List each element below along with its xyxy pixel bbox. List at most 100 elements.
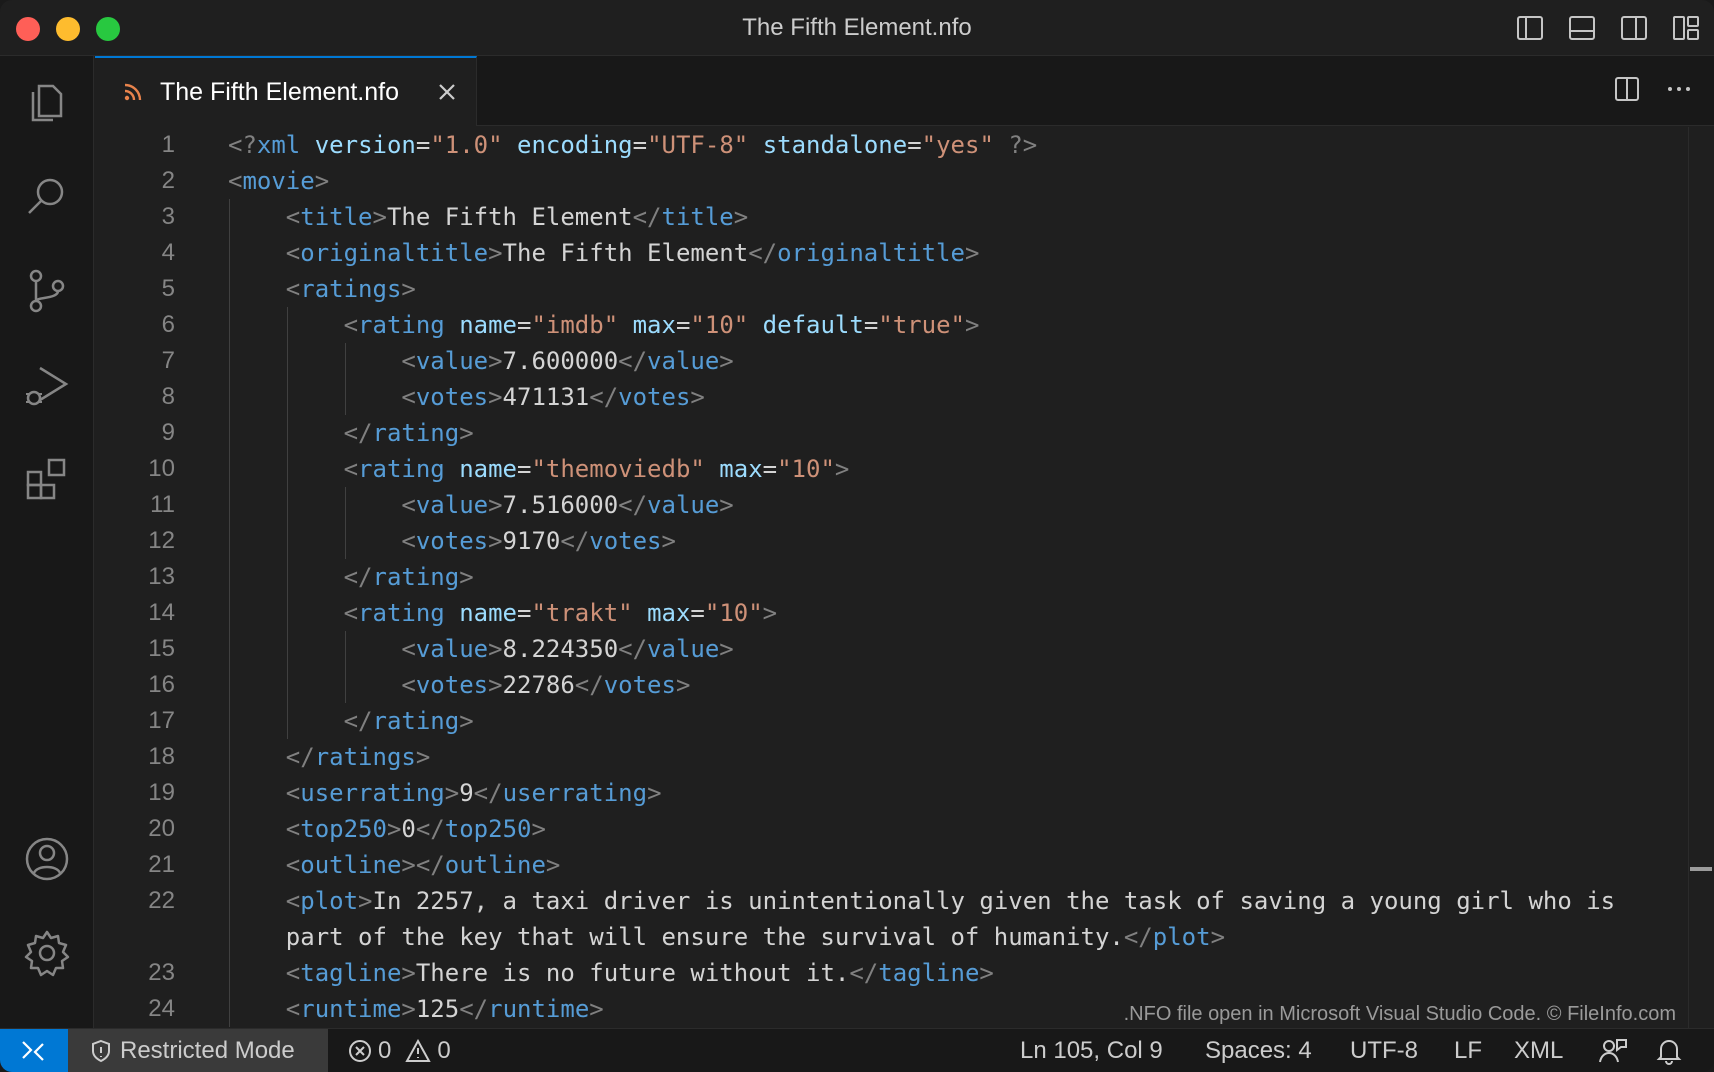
code-line[interactable]: 4 <originaltitle>The Fifth Element</origi…	[95, 235, 1655, 271]
code-line[interactable]: 12 <votes>9170</votes>	[95, 523, 1655, 559]
code-line[interactable]: 18 </ratings>	[95, 739, 1655, 775]
code-text: <title>The Fifth Element</title>	[286, 199, 748, 235]
code-line[interactable]: 8 <votes>471131</votes>	[95, 379, 1655, 415]
code-line[interactable]: 11 <value>7.516000</value>	[95, 487, 1655, 523]
tab-the-fifth-element-nfo[interactable]: The Fifth Element.nfo	[95, 56, 477, 126]
code-line[interactable]: 21 <outline></outline>	[95, 847, 1655, 883]
accounts-icon[interactable]	[22, 834, 72, 884]
code-token: >	[358, 887, 373, 915]
line-number: 16	[148, 671, 175, 698]
code-line[interactable]: 22 <plot>In 2257, a taxi driver is uninte…	[95, 883, 1655, 919]
code-line[interactable]: 15 <value>8.224350</value>	[95, 631, 1655, 667]
code-line[interactable]: 2 <movie>	[95, 163, 1655, 199]
code-line[interactable]: 6 <rating name="imdb" max="10" default="t…	[95, 307, 1655, 343]
code-text: <userrating>9</userrating>	[286, 775, 662, 811]
warning-icon	[405, 1039, 432, 1062]
code-token: rating	[372, 707, 460, 735]
code-token: tagline	[878, 959, 980, 987]
remote-indicator[interactable]	[0, 1029, 68, 1072]
manage-gear-icon[interactable]	[22, 928, 72, 978]
code-line[interactable]: part of the key that will ensure the sur…	[95, 919, 1655, 955]
language-mode[interactable]: XML	[1514, 1037, 1563, 1065]
code-token: <	[401, 671, 416, 699]
code-token: =	[517, 599, 532, 627]
code-token: xml	[256, 131, 301, 159]
cursor-position[interactable]: Ln 105, Col 9	[1020, 1037, 1163, 1065]
code-token: runtime	[300, 995, 402, 1023]
code-line[interactable]: 10 <rating name="themoviedb" max="10">	[95, 451, 1655, 487]
extensions-icon[interactable]	[22, 454, 72, 504]
customize-layout-icon[interactable]	[1670, 12, 1702, 44]
search-icon[interactable]	[22, 172, 72, 222]
line-number: 24	[148, 995, 175, 1022]
code-line[interactable]: 19 <userrating>9</userrating>	[95, 775, 1655, 811]
code-token: "10"	[777, 455, 835, 483]
code-token: ?>	[1008, 131, 1038, 159]
line-number: 7	[161, 347, 175, 374]
explorer-icon[interactable]	[22, 78, 72, 128]
code-line[interactable]: 5 <ratings>	[95, 271, 1655, 307]
eol-setting[interactable]: LF	[1454, 1037, 1482, 1065]
code-line[interactable]: 20 <top250>0</top250>	[95, 811, 1655, 847]
code-token: tagline	[300, 959, 402, 987]
code-line[interactable]: 13 </rating>	[95, 559, 1655, 595]
more-actions-icon[interactable]	[1664, 74, 1694, 104]
line-number: 15	[148, 635, 175, 662]
code-line[interactable]: 17 </rating>	[95, 703, 1655, 739]
source-control-icon[interactable]	[22, 266, 72, 316]
code-token: <	[343, 599, 359, 627]
feedback-icon[interactable]	[1598, 1037, 1628, 1065]
toggle-panel-icon[interactable]	[1566, 12, 1598, 44]
encoding-setting[interactable]: UTF-8	[1350, 1037, 1418, 1065]
code-editor[interactable]: 1 <?xml version="1.0" encoding="UTF-8" st…	[95, 127, 1714, 1028]
line-number: 5	[161, 275, 175, 302]
code-line[interactable]: 3 <title>The Fifth Element</title>	[95, 199, 1655, 235]
code-token: ratings	[314, 743, 416, 771]
code-token: >	[415, 743, 431, 771]
title-bar: The Fifth Element.nfo	[0, 0, 1714, 56]
code-token: >	[314, 167, 330, 195]
code-text: part of the key that will ensure the sur…	[286, 919, 1225, 955]
code-token: 7.600000	[502, 347, 619, 375]
code-token: <	[401, 635, 416, 663]
code-text: <value>7.600000</value>	[401, 343, 733, 379]
code-token: 8.224350	[502, 635, 619, 663]
remote-icon	[22, 1041, 44, 1061]
code-line[interactable]: 23 <tagline>There is no future without it…	[95, 955, 1655, 991]
indentation-setting[interactable]: Spaces: 4	[1205, 1037, 1312, 1065]
line-number: 8	[161, 383, 175, 410]
code-text: <votes>9170</votes>	[401, 523, 676, 559]
code-token: outline	[444, 851, 546, 879]
code-line[interactable]: 9 </rating>	[95, 415, 1655, 451]
code-text: <movie>	[228, 163, 329, 199]
code-token: votes	[415, 383, 489, 411]
split-editor-icon[interactable]	[1612, 74, 1642, 104]
code-token: >	[488, 491, 503, 519]
vertical-scrollbar[interactable]	[1688, 127, 1714, 1028]
code-token: </	[748, 239, 778, 267]
restricted-mode-indicator[interactable]: Restricted Mode	[68, 1029, 328, 1072]
code-token: "10"	[690, 311, 749, 339]
notifications-bell-icon[interactable]	[1656, 1037, 1682, 1065]
toggle-primary-sidebar-icon[interactable]	[1514, 12, 1546, 44]
code-token: In 2257, a taxi driver is unintentionall…	[372, 887, 1616, 915]
code-line[interactable]: 16 <votes>22786</votes>	[95, 667, 1655, 703]
code-line[interactable]: 7 <value>7.600000</value>	[95, 343, 1655, 379]
code-token: </	[415, 815, 445, 843]
run-debug-icon[interactable]	[22, 360, 72, 410]
close-icon[interactable]	[435, 80, 459, 104]
indent-guide	[344, 631, 346, 703]
code-line[interactable]: 14 <rating name="trakt" max="10">	[95, 595, 1655, 631]
code-text: <outline></outline>	[286, 847, 561, 883]
line-number: 14	[148, 599, 175, 626]
code-token: </	[285, 743, 315, 771]
vscode-window: The Fifth Element.nfo The Fifth Element.…	[0, 0, 1714, 1072]
toggle-secondary-sidebar-icon[interactable]	[1618, 12, 1650, 44]
code-line[interactable]: 1 <?xml version="1.0" encoding="UTF-8" st…	[95, 127, 1655, 163]
code-token: outline	[300, 851, 402, 879]
problems-indicator[interactable]: 0 0	[348, 1037, 451, 1065]
code-token: </	[589, 383, 619, 411]
